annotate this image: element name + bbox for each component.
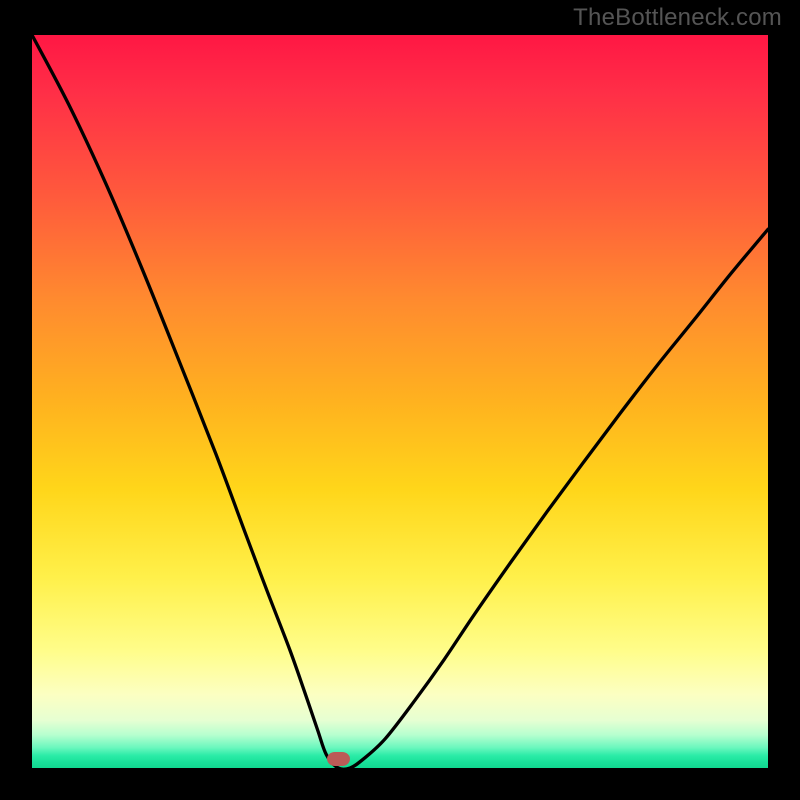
curve-svg [32, 35, 768, 768]
bottleneck-curve-path [32, 35, 768, 768]
chart-frame: TheBottleneck.com [0, 0, 800, 800]
plot-area [32, 35, 768, 768]
watermark-text: TheBottleneck.com [573, 4, 782, 32]
optimum-marker [327, 752, 350, 766]
